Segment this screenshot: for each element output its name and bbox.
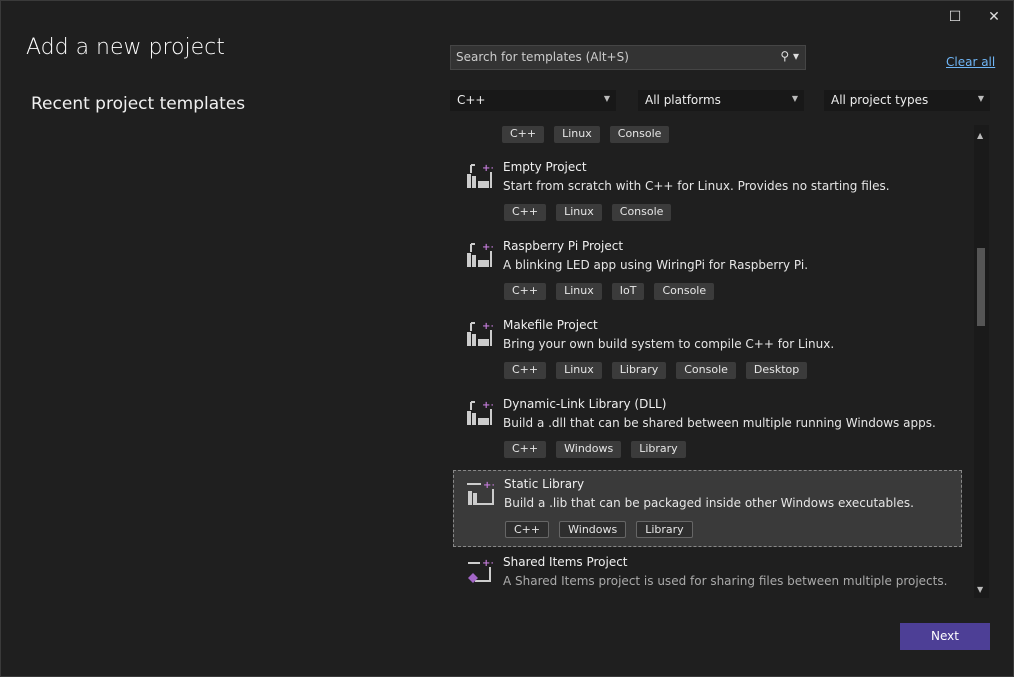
tag: Windows: [559, 521, 627, 538]
tag: C++: [504, 204, 547, 221]
tag: C++: [505, 521, 550, 538]
tag: C++: [504, 441, 547, 458]
next-button[interactable]: Next: [900, 623, 990, 650]
template-description: Build a .lib that can be packaged inside…: [504, 496, 914, 510]
search-placeholder: Search for templates (Alt+S): [456, 50, 629, 64]
tag: C++: [504, 283, 547, 300]
template-list: C++ Linux Console ++ Empty Project Start…: [451, 125, 974, 598]
linux-project-icon: ++: [465, 162, 499, 190]
tag: Console: [676, 362, 736, 379]
linux-project-icon: ++: [465, 241, 499, 269]
tag: C++: [502, 126, 545, 143]
tag: Console: [609, 126, 670, 143]
template-name: Static Library: [504, 477, 585, 491]
chevron-down-icon: ▼: [977, 94, 984, 103]
tag: Library: [611, 362, 667, 379]
svg-text:++: ++: [482, 558, 493, 569]
tag: Library: [636, 521, 693, 538]
project-type-value: All project types: [831, 93, 929, 107]
chevron-down-icon: ▼: [791, 94, 798, 103]
language-dropdown[interactable]: C++ ▼: [450, 90, 616, 111]
tag: Console: [611, 204, 672, 221]
template-item[interactable]: ++ Shared Items Project A Shared Items p…: [453, 549, 962, 598]
platform-dropdown[interactable]: All platforms ▼: [638, 90, 804, 111]
recent-templates-heading: Recent project templates: [31, 94, 246, 114]
maximize-button[interactable]: ☐: [945, 7, 965, 27]
scroll-thumb[interactable]: [977, 248, 985, 326]
shared-items-icon: ++: [465, 557, 499, 585]
template-description: Start from scratch with C++ for Linux. P…: [503, 179, 890, 193]
template-name: Raspberry Pi Project: [503, 239, 624, 253]
scroll-up-icon[interactable]: ▲: [977, 131, 983, 140]
tag: Linux: [556, 362, 602, 379]
project-type-dropdown[interactable]: All project types ▼: [824, 90, 990, 111]
template-tags: C++ Linux Console: [504, 204, 672, 221]
tag: Linux: [556, 204, 602, 221]
template-name: Dynamic-Link Library (DLL): [503, 397, 667, 411]
template-item[interactable]: ++ Makefile Project Bring your own build…: [453, 312, 962, 389]
template-tags: C++ Linux IoT Console: [504, 283, 715, 300]
tag: IoT: [611, 283, 645, 300]
template-tags: C++ Windows Library: [505, 521, 693, 538]
clear-all-link[interactable]: Clear all: [946, 55, 995, 69]
tag: Linux: [554, 126, 600, 143]
language-value: C++: [457, 93, 486, 107]
search-icon[interactable]: ⚲ ▾: [780, 49, 799, 63]
tag: Linux: [556, 283, 602, 300]
template-name: Makefile Project: [503, 318, 598, 332]
linux-project-icon: ++: [465, 320, 499, 348]
search-input[interactable]: Search for templates (Alt+S) ⚲ ▾: [450, 45, 806, 70]
scrollbar[interactable]: ▲ ▼: [974, 125, 989, 598]
tag: Desktop: [745, 362, 808, 379]
template-item[interactable]: ++ Raspberry Pi Project A blinking LED a…: [453, 233, 962, 310]
template-description: A blinking LED app using WiringPi for Ra…: [503, 258, 809, 272]
tag: C++: [504, 362, 547, 379]
static-library-icon: ++: [466, 479, 500, 507]
template-name: Empty Project: [503, 160, 587, 174]
template-description: Build a .dll that can be shared between …: [503, 416, 936, 430]
dll-icon: ++: [465, 399, 499, 427]
template-item[interactable]: ++ Static Library Build a .lib that can …: [453, 470, 962, 547]
close-button[interactable]: ✕: [984, 7, 1004, 27]
template-item[interactable]: ++ Empty Project Start from scratch with…: [453, 154, 962, 231]
chevron-down-icon: ▼: [603, 94, 610, 103]
scroll-down-icon[interactable]: ▼: [977, 585, 983, 594]
tag: Console: [654, 283, 715, 300]
platform-value: All platforms: [645, 93, 721, 107]
tag: Windows: [556, 441, 622, 458]
template-description: A Shared Items project is used for shari…: [503, 574, 948, 588]
template-name: Shared Items Project: [503, 555, 628, 569]
template-item[interactable]: ++ Dynamic-Link Library (DLL) Build a .d…: [453, 391, 962, 468]
tag: Library: [631, 441, 686, 458]
page-title: Add a new project: [26, 35, 225, 60]
template-description: Bring your own build system to compile C…: [503, 337, 835, 351]
partial-tags: C++ Linux Console: [502, 126, 670, 143]
template-tags: C++ Windows Library: [504, 441, 686, 458]
template-tags: C++ Linux Library Console Desktop: [504, 362, 808, 379]
